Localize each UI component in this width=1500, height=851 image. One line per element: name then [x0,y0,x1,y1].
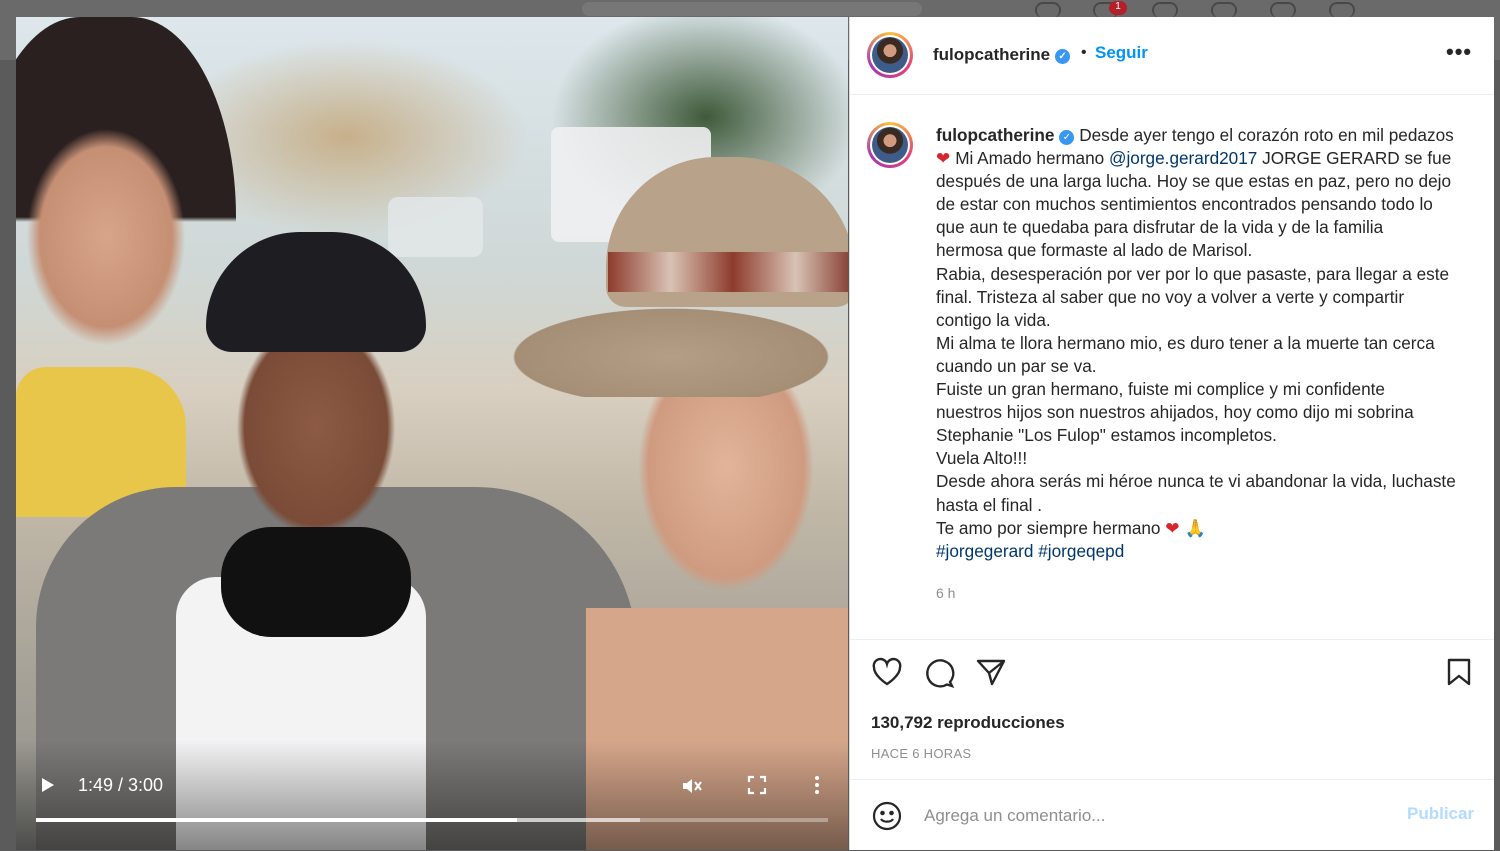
person-center-scarf [221,527,411,637]
notification-badge: 1 [1109,1,1127,15]
more-options-button[interactable]: ••• [1446,39,1472,65]
like-heart-icon[interactable] [871,657,903,692]
mention-link[interactable]: @jorge.gerard2017 [1109,148,1257,168]
video-progress-bar[interactable] [36,818,828,822]
caption-username[interactable]: fulopcatherine [936,125,1054,145]
hashtag-link[interactable]: #jorgegerard [936,541,1033,561]
post-side-panel: fulopcatherine ✓ • Seguir ••• fulopcather… [849,17,1494,850]
home-icon [1035,2,1061,18]
video-controls: 1:49 / 3:00 [16,765,848,825]
post-caption: fulopcatherine ✓ Desde ayer tengo el cora… [936,125,1456,561]
post-video[interactable] [16,17,848,850]
share-paper-plane-icon[interactable] [975,657,1007,692]
hat-band [608,252,848,292]
author-avatar[interactable] [867,32,913,78]
comment-bubble-icon[interactable] [923,657,955,694]
profile-icon [1329,2,1355,18]
fullscreen-icon[interactable] [747,775,767,799]
views-count[interactable]: 130,792 reproducciones [871,713,1065,733]
emoji-smiley-icon[interactable] [872,801,902,831]
red-heart-icon: ❤ [936,148,951,169]
save-bookmark-icon[interactable] [1445,657,1473,692]
comment-input[interactable] [922,800,1386,832]
play-icon[interactable] [42,778,54,792]
author-username[interactable]: fulopcatherine ✓ [933,45,1071,65]
video-time: 1:49 / 3:00 [78,775,164,795]
video-progress [36,818,517,822]
post-date: HACE 6 HORAS [871,746,972,761]
hashtag-link[interactable]: #jorgeqepd [1038,541,1124,561]
actions-divider [850,639,1494,640]
follow-button[interactable]: Seguir [1095,43,1148,63]
praying-hands-icon: 🙏 [1184,517,1206,538]
verified-badge-icon: ✓ [1059,130,1075,145]
caption-timestamp: 6 h [936,585,956,601]
separator-dot: • [1081,44,1087,61]
search-bar-dimmed [582,2,922,16]
caption-avatar[interactable] [867,122,913,168]
red-heart-icon: ❤ [1165,517,1180,538]
post-header: fulopcatherine ✓ • Seguir ••• [850,17,1494,95]
muted-speaker-icon[interactable] [681,775,703,801]
more-options-icon[interactable] [813,775,821,799]
new-post-icon [1152,2,1178,18]
publish-button[interactable]: Publicar [1407,804,1474,824]
comment-bar: Publicar [850,779,1494,851]
explore-icon [1211,2,1237,18]
verified-badge-icon: ✓ [1055,49,1071,64]
activity-icon [1270,2,1296,18]
